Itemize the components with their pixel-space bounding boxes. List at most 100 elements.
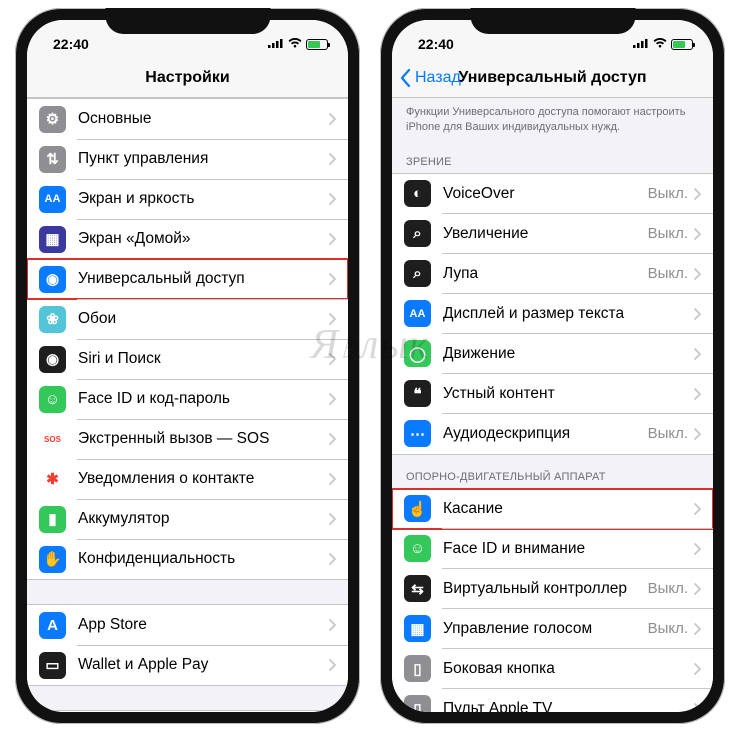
chevron-right-icon xyxy=(329,619,336,631)
wallpaper-icon: ❀ xyxy=(39,306,66,333)
settings-row[interactable]: ▯ Боковая кнопка xyxy=(392,649,713,689)
row-label: Экстренный вызов — SOS xyxy=(78,430,329,448)
row-detail: Выкл. xyxy=(648,265,688,282)
settings-row[interactable]: ⋯ Аудиодескрипция Выкл. xyxy=(392,414,713,454)
magnifier-icon: ⌕ xyxy=(404,260,431,287)
row-label: Face ID и код-пароль xyxy=(78,390,329,408)
settings-row[interactable]: ⇆ Виртуальный контроллер Выкл. xyxy=(392,569,713,609)
settings-row[interactable]: SOS Экстренный вызов — SOS xyxy=(27,419,348,459)
row-detail: Выкл. xyxy=(648,620,688,637)
text-size-icon: AA xyxy=(404,300,431,327)
settings-row[interactable]: AA Дисплей и размер текста xyxy=(392,294,713,334)
screen-right: 22:40 Назад Универсальный доступ Функции… xyxy=(392,20,713,712)
row-label: Экран «Домой» xyxy=(78,230,329,248)
row-label: Универсальный доступ xyxy=(78,270,329,288)
settings-list-right[interactable]: Функции Универсального доступа помогают … xyxy=(392,98,713,712)
page-description: Функции Универсального доступа помогают … xyxy=(392,98,713,140)
sos-icon: SOS xyxy=(39,426,66,453)
chevron-right-icon xyxy=(694,388,701,400)
chevron-right-icon xyxy=(694,543,701,555)
row-label: Аудиодескрипция xyxy=(443,425,648,443)
chevron-right-icon xyxy=(329,553,336,565)
settings-row[interactable]: AA Экран и яркость xyxy=(27,179,348,219)
chevron-right-icon xyxy=(329,659,336,671)
settings-row[interactable]: ▦ Экран «Домой» xyxy=(27,219,348,259)
row-detail: Выкл. xyxy=(648,425,688,442)
settings-row[interactable]: ▦ Управление голосом Выкл. xyxy=(392,609,713,649)
row-label: Боковая кнопка xyxy=(443,660,694,678)
row-label: Управление голосом xyxy=(443,620,648,638)
settings-row[interactable]: ❝ Устный контент xyxy=(392,374,713,414)
chevron-right-icon xyxy=(329,193,336,205)
section-header: ЗРЕНИЕ xyxy=(392,140,713,173)
nav-bar-left: Настройки xyxy=(27,58,348,98)
accessibility-icon: ◉ xyxy=(39,266,66,293)
gear-icon: ⚙ xyxy=(39,106,66,133)
voiceover-icon: ◐ xyxy=(404,180,431,207)
settings-row[interactable]: ⚿ Пароли xyxy=(27,711,348,712)
chevron-right-icon xyxy=(694,583,701,595)
notch xyxy=(105,8,270,34)
chevron-right-icon xyxy=(694,663,701,675)
battery-icon xyxy=(306,39,328,50)
settings-row[interactable]: ☺ Face ID и код-пароль xyxy=(27,379,348,419)
back-button[interactable]: Назад xyxy=(400,69,461,87)
settings-row[interactable]: ◯ Движение xyxy=(392,334,713,374)
row-label: Увеличение xyxy=(443,225,648,243)
settings-row[interactable]: ⌕ Увеличение Выкл. xyxy=(392,214,713,254)
chevron-right-icon xyxy=(694,503,701,515)
switch-control-icon: ⇆ xyxy=(404,575,431,602)
chevron-right-icon xyxy=(329,353,336,365)
row-label: Касание xyxy=(443,500,694,518)
exposure-icon: ✱ xyxy=(39,466,66,493)
settings-row[interactable]: ▯ Пульт Apple TV xyxy=(392,689,713,712)
settings-row[interactable]: A App Store xyxy=(27,605,348,645)
settings-row[interactable]: ✱ Уведомления о контакте xyxy=(27,459,348,499)
row-label: Обои xyxy=(78,310,329,328)
settings-row[interactable]: ⌕ Лупа Выкл. xyxy=(392,254,713,294)
settings-row[interactable]: ▭ Wallet и Apple Pay xyxy=(27,645,348,685)
chevron-right-icon xyxy=(329,273,336,285)
row-label: Устный контент xyxy=(443,385,694,403)
row-label: Аккумулятор xyxy=(78,510,329,528)
faceid-icon: ☺ xyxy=(39,386,66,413)
row-label: Виртуальный контроллер xyxy=(443,580,648,598)
appletv-icon: ▯ xyxy=(404,695,431,712)
chevron-right-icon xyxy=(329,433,336,445)
chevron-right-icon xyxy=(329,393,336,405)
row-label: Face ID и внимание xyxy=(443,540,694,558)
signal-icon xyxy=(268,37,284,51)
settings-row[interactable]: ☺ Face ID и внимание xyxy=(392,529,713,569)
settings-row[interactable]: ✋ Конфиденциальность xyxy=(27,539,348,579)
settings-row[interactable]: ◉ Siri и Поиск xyxy=(27,339,348,379)
settings-row[interactable]: ◐ VoiceOver Выкл. xyxy=(392,174,713,214)
status-icons xyxy=(268,37,328,51)
settings-row[interactable]: ◉ Универсальный доступ xyxy=(27,259,348,299)
chevron-right-icon xyxy=(694,228,701,240)
faceid-attention-icon: ☺ xyxy=(404,535,431,562)
chevron-right-icon xyxy=(694,703,701,712)
row-label: Основные xyxy=(78,110,329,128)
chevron-right-icon xyxy=(329,473,336,485)
settings-row[interactable]: ▮ Аккумулятор xyxy=(27,499,348,539)
wifi-icon xyxy=(288,37,302,51)
chevron-right-icon xyxy=(329,233,336,245)
settings-row[interactable]: ⚙ Основные xyxy=(27,99,348,139)
screen-left: 22:40 Настройки ⚙ Основные ⇅ Пункт управ… xyxy=(27,20,348,712)
row-label: Экран и яркость xyxy=(78,190,329,208)
settings-row[interactable]: ❀ Обои xyxy=(27,299,348,339)
text-size-icon: AA xyxy=(39,186,66,213)
sidebutton-icon: ▯ xyxy=(404,655,431,682)
notch xyxy=(470,8,635,34)
settings-row[interactable]: ⇅ Пункт управления xyxy=(27,139,348,179)
back-label: Назад xyxy=(415,69,461,87)
settings-list-left[interactable]: ⚙ Основные ⇅ Пункт управления AA Экран и… xyxy=(27,98,348,712)
settings-row[interactable]: ☝ Касание xyxy=(392,489,713,529)
row-label: Пункт управления xyxy=(78,150,329,168)
row-label: Уведомления о контакте xyxy=(78,470,329,488)
appstore-icon: A xyxy=(39,612,66,639)
audiodesc-icon: ⋯ xyxy=(404,420,431,447)
chevron-right-icon xyxy=(694,308,701,320)
chevron-right-icon xyxy=(329,313,336,325)
row-detail: Выкл. xyxy=(648,185,688,202)
